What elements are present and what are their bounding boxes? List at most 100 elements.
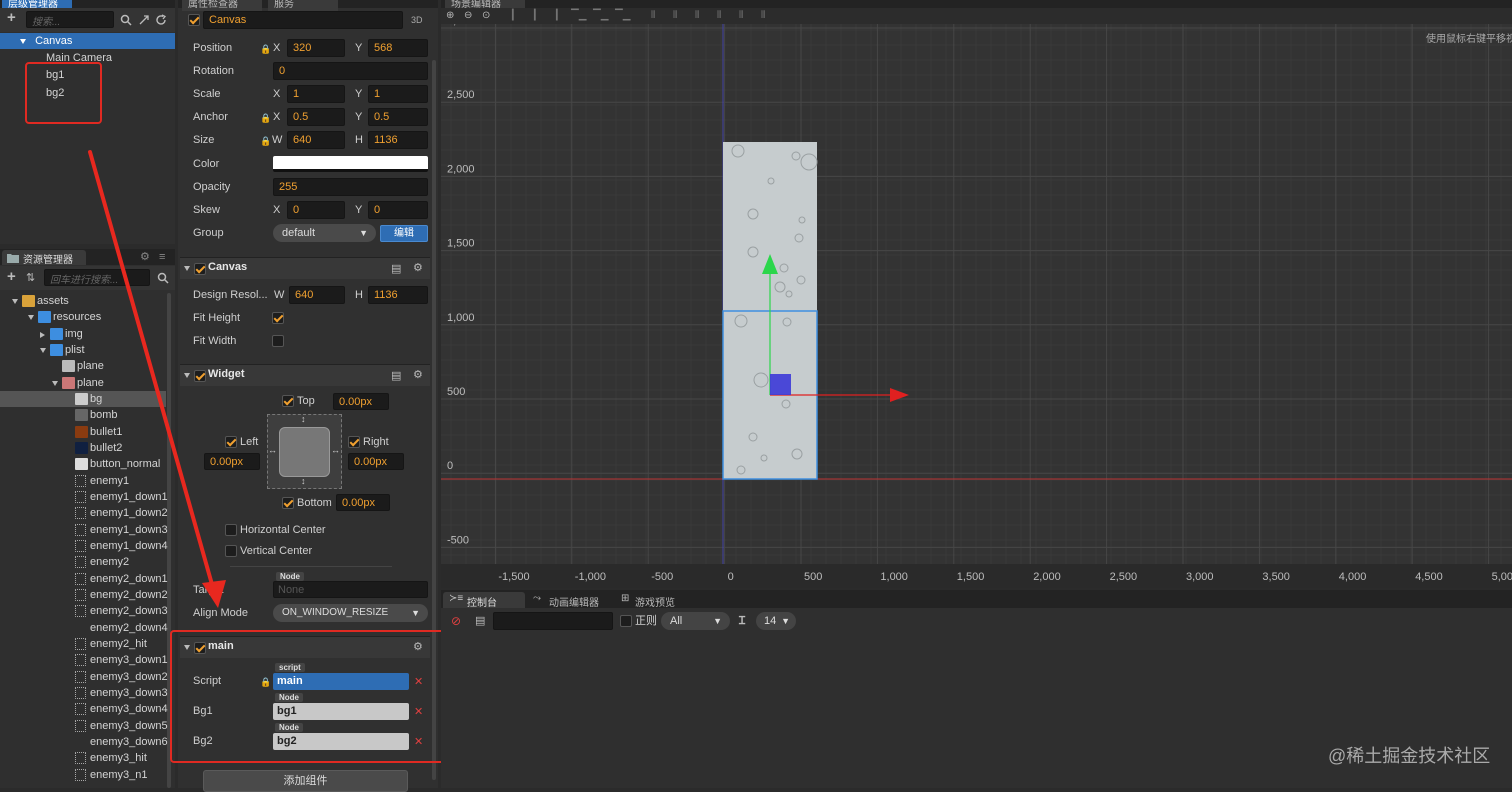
asset-item[interactable]: button_normal	[0, 456, 166, 472]
group-edit-button[interactable]: 编辑	[380, 225, 428, 242]
distribute-h-icon[interactable]: ⫴	[651, 10, 655, 22]
align-left-icon[interactable]: ▕▏	[505, 10, 520, 22]
widget-enabled-checkbox[interactable]	[194, 370, 206, 382]
mode-3d-toggle[interactable]: 3D	[411, 12, 423, 28]
asset-item[interactable]: enemy3_down3	[0, 685, 168, 701]
menu-icon[interactable]: ≡	[159, 251, 165, 263]
asset-item[interactable]: plist	[0, 342, 166, 358]
asset-item[interactable]: enemy1_down3	[0, 522, 168, 538]
assets-search-input[interactable]: 回车进行搜索...	[44, 269, 150, 286]
design-h-input[interactable]: 1136	[368, 286, 428, 304]
chevron-down-icon[interactable]	[52, 380, 58, 386]
settings-icon[interactable]: ⚙	[140, 251, 150, 263]
rotation-input[interactable]: 0	[273, 62, 428, 80]
widget-bottom-checkbox[interactable]	[282, 497, 294, 509]
widget-right-checkbox[interactable]	[348, 436, 360, 448]
widget-target-field[interactable]: None	[273, 581, 428, 598]
asset-item[interactable]: enemy1_down2	[0, 505, 168, 521]
gear-icon[interactable]: ⚙	[413, 262, 423, 274]
gear-icon[interactable]: ⚙	[413, 369, 423, 381]
group-select[interactable]: default ▼	[273, 224, 376, 242]
asset-item[interactable]: enemy1	[0, 473, 166, 489]
chevron-down-icon[interactable]	[184, 266, 190, 271]
collapse-icon[interactable]	[138, 14, 150, 26]
scale-y-input[interactable]: 1	[368, 85, 428, 103]
asset-item[interactable]: enemy2_down3	[0, 603, 168, 619]
asset-item[interactable]: resources	[0, 309, 166, 325]
asset-item[interactable]: enemy1_down1	[0, 489, 168, 505]
chevron-down-icon[interactable]	[20, 38, 26, 44]
widget-alignment-box[interactable]: ↕ ↕ ↔ ↔	[267, 414, 342, 489]
tab-assets[interactable]: 资源管理器	[2, 250, 86, 266]
chevron-down-icon[interactable]	[28, 315, 34, 321]
hierarchy-search-input[interactable]: 搜索...	[26, 11, 114, 28]
chevron-down-icon[interactable]	[12, 299, 18, 304]
asset-item[interactable]: bullet1	[0, 424, 166, 440]
scene-grid[interactable]: 3,0002,5002,0001,5001,0005000-500,000-1,…	[441, 24, 1512, 588]
distribute-v-icon[interactable]: ⫴	[673, 10, 677, 22]
chevron-down-icon[interactable]	[40, 347, 46, 353]
tab-console[interactable]: ≻≡ 控制台	[443, 592, 525, 609]
chevron-right-icon[interactable]	[40, 331, 45, 338]
asset-item[interactable]: enemy3_down6	[0, 734, 168, 750]
distribute-space-icon[interactable]: ⫴	[717, 10, 721, 22]
anchor-y-input[interactable]: 0.5	[368, 108, 428, 126]
position-y-input[interactable]: 568	[368, 39, 428, 57]
position-x-input[interactable]: 320	[287, 39, 345, 57]
fit-height-checkbox[interactable]	[272, 312, 284, 324]
lock-icon[interactable]: 🔒	[260, 43, 271, 55]
search-icon[interactable]	[157, 272, 169, 284]
zoom-out-icon[interactable]: ⊖	[464, 10, 472, 22]
canvas-enabled-checkbox[interactable]	[194, 263, 206, 275]
search-icon[interactable]	[120, 14, 132, 26]
asset-item[interactable]: assets	[0, 293, 166, 309]
asset-item[interactable]: enemy3_down5	[0, 718, 168, 734]
vertical-center-checkbox[interactable]	[225, 545, 237, 557]
align-right-icon[interactable]: ▕▏	[549, 10, 564, 22]
add-component-button[interactable]: 添加组件	[203, 770, 408, 792]
align-top-icon[interactable]: ▔▁	[571, 10, 586, 22]
anchor-x-input[interactable]: 0.5	[287, 108, 345, 126]
add-icon[interactable]: +	[7, 269, 16, 284]
log-level-select[interactable]: All ▼	[661, 612, 730, 630]
distribute-center-icon[interactable]: ⫴	[695, 10, 699, 22]
asset-item[interactable]: enemy3_down2	[0, 669, 168, 685]
asset-item[interactable]: enemy2_hit	[0, 636, 166, 652]
clear-console-icon[interactable]: ⊘	[451, 615, 461, 627]
tab-inspector[interactable]: 属性检查器	[182, 0, 262, 11]
tab-animation[interactable]: ⤳ 动画编辑器	[529, 592, 625, 609]
zoom-reset-icon[interactable]: ⊙	[482, 10, 490, 22]
widget-top-checkbox[interactable]	[282, 395, 294, 407]
node-active-checkbox[interactable]	[188, 14, 200, 26]
asset-item[interactable]: enemy2	[0, 554, 166, 570]
distribute-even-icon[interactable]: ⫴	[761, 10, 765, 22]
skew-x-input[interactable]: 0	[287, 201, 345, 219]
asset-item[interactable]: bullet2	[0, 440, 166, 456]
horizontal-center-checkbox[interactable]	[225, 524, 237, 536]
lock-icon[interactable]: 🔒	[260, 135, 271, 147]
scene-editor[interactable]: 场景编辑器 ⊕ ⊖ ⊙ ▕▏ ▕▏ ▕▏ ▔▁ ▔▁ ▔▁ ⫴ ⫴ ⫴ ⫴ ⫴ …	[441, 0, 1512, 588]
distribute-edge-icon[interactable]: ⫴	[739, 10, 743, 22]
book-icon[interactable]: ▤	[391, 370, 401, 382]
opacity-input[interactable]: 255	[273, 178, 428, 196]
widget-component-header[interactable]: Widget ▤ ⚙	[180, 364, 430, 386]
lock-icon[interactable]: 🔒	[260, 112, 271, 124]
refresh-icon[interactable]	[155, 14, 167, 26]
asset-item[interactable]: enemy3_down1	[0, 652, 168, 668]
size-h-input[interactable]: 1136	[368, 131, 428, 149]
size-w-input[interactable]: 640	[287, 131, 345, 149]
console-filter-input[interactable]	[493, 612, 613, 630]
fit-width-checkbox[interactable]	[272, 335, 284, 347]
asset-item[interactable]: enemy3_down4	[0, 701, 168, 717]
node-name-input[interactable]: Canvas	[203, 11, 403, 29]
align-middle-icon[interactable]: ▔▁	[593, 10, 608, 22]
font-size-select[interactable]: 14 ▼	[756, 612, 796, 630]
design-w-input[interactable]: 640	[289, 286, 345, 304]
asset-item[interactable]: bg	[0, 390, 166, 407]
asset-item[interactable]: enemy2_down4	[0, 620, 168, 636]
asset-item[interactable]: bomb	[0, 407, 166, 423]
widget-right-input[interactable]: 0.00px	[348, 453, 404, 470]
log-file-icon[interactable]: ▤	[475, 615, 485, 627]
add-icon[interactable]: +	[7, 10, 16, 25]
widget-bottom-input[interactable]: 0.00px	[336, 494, 390, 511]
